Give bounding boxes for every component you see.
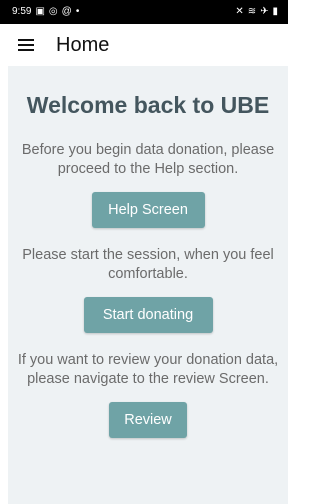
help-screen-button[interactable]: Help Screen: [91, 192, 205, 228]
help-instruction-text: Before you begin data donation, please p…: [21, 142, 275, 177]
airplane-icon: ✈: [260, 6, 269, 17]
session-instruction-text: Please start the session, when you feel …: [22, 247, 274, 282]
at-icon: @: [61, 6, 72, 17]
status-left: 9:59 ▣ ◎ @ •: [12, 7, 79, 17]
dot-icon: •: [75, 6, 80, 17]
mute-icon: ✕: [235, 6, 244, 17]
status-bar: 9:59 ▣ ◎ @ • ✕ ≋ ✈ ▮: [0, 0, 288, 24]
review-instruction-text: If you want to review your donation data…: [17, 352, 279, 387]
camera-icon: ◎: [48, 6, 58, 17]
hamburger-menu-icon[interactable]: [18, 39, 34, 51]
status-right: ✕ ≋ ✈ ▮: [235, 7, 278, 17]
status-time: 9:59: [12, 6, 32, 17]
battery-icon: ▮: [272, 6, 278, 17]
page-title: Home: [56, 33, 110, 56]
review-button[interactable]: Review: [109, 402, 187, 438]
app-bar: Home: [0, 24, 288, 66]
home-content: Welcome back to UBE Before you begin dat…: [8, 66, 288, 504]
start-donating-button[interactable]: Start donating: [83, 297, 213, 333]
wifi-icon: ≋: [247, 6, 257, 17]
gallery-icon: ▣: [35, 6, 45, 17]
welcome-heading: Welcome back to UBE: [26, 92, 270, 118]
